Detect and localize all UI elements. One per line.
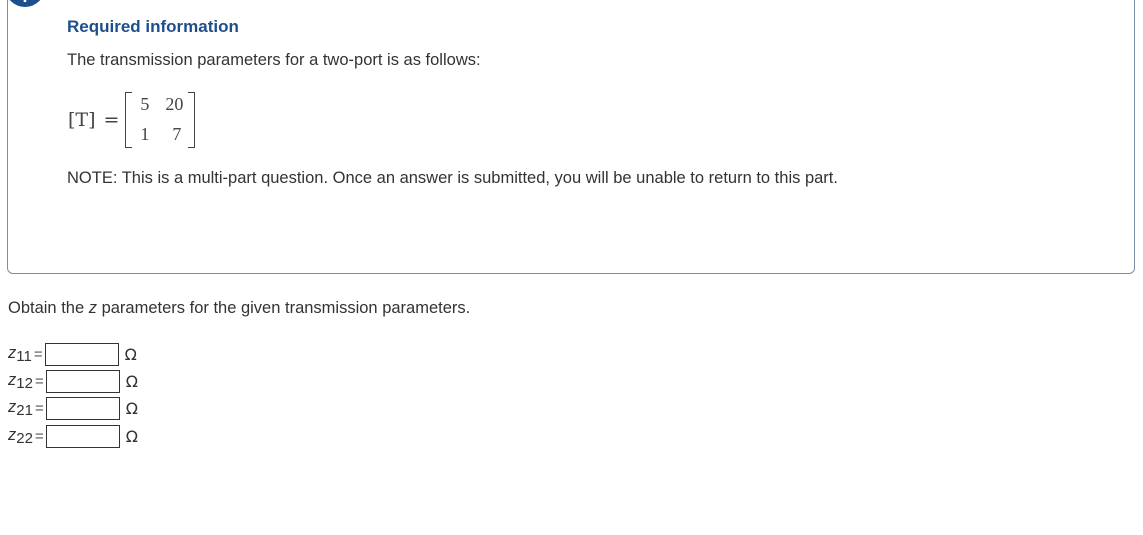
matrix: 5 20 1 7	[125, 92, 196, 148]
ohm-unit: Ω	[125, 398, 138, 418]
ohm-unit: Ω	[124, 344, 137, 364]
alert-icon: !	[5, 0, 45, 7]
matrix-cell: 7	[172, 124, 182, 144]
answer-row-z12: z12 = Ω	[8, 369, 138, 393]
matrix-cell: 1	[140, 124, 150, 144]
matrix-right-bracket	[188, 92, 196, 148]
matrix-left-bracket	[125, 92, 133, 148]
question-text: Obtain the z parameters for the given tr…	[8, 299, 470, 318]
required-information-panel: ! Required information The transmission …	[5, 0, 1135, 274]
ohm-unit: Ω	[125, 371, 138, 391]
note-text: NOTE: This is a multi-part question. Onc…	[67, 169, 838, 187]
question-suffix: parameters for the given transmission pa…	[96, 299, 471, 317]
answer-label: z21	[8, 397, 33, 419]
matrix-cell: 20	[165, 94, 184, 114]
matrix-equals-sign: =	[103, 109, 120, 131]
answer-label: z12	[8, 370, 33, 392]
ohm-unit: Ω	[125, 426, 138, 446]
z22-input[interactable]	[45, 424, 120, 448]
z12-input[interactable]	[45, 369, 120, 393]
intro-text: The transmission parameters for a two-po…	[67, 51, 481, 69]
equals-sign: =	[33, 345, 43, 363]
answer-row-z21: z21 = Ω	[8, 396, 138, 420]
matrix-cell: 5	[140, 94, 150, 114]
page: ! Required information The transmission …	[0, 0, 1143, 535]
z11-input[interactable]	[44, 342, 119, 366]
equals-sign: =	[34, 372, 44, 390]
equals-sign: =	[34, 399, 44, 417]
answer-row-z22: z22 = Ω	[8, 424, 138, 448]
required-information-title: Required information	[67, 17, 239, 36]
answer-label: z11	[8, 343, 32, 365]
answer-row-z11: z11 = Ω	[8, 342, 137, 366]
question-variable: z	[88, 299, 97, 317]
equals-sign: =	[34, 427, 44, 445]
matrix-label: [T]	[68, 109, 96, 131]
question-prefix: Obtain the	[8, 299, 89, 317]
answer-label: z22	[8, 425, 33, 447]
z21-input[interactable]	[45, 396, 120, 420]
transmission-matrix-equation: [T] = 5 20 1 7	[68, 91, 196, 149]
